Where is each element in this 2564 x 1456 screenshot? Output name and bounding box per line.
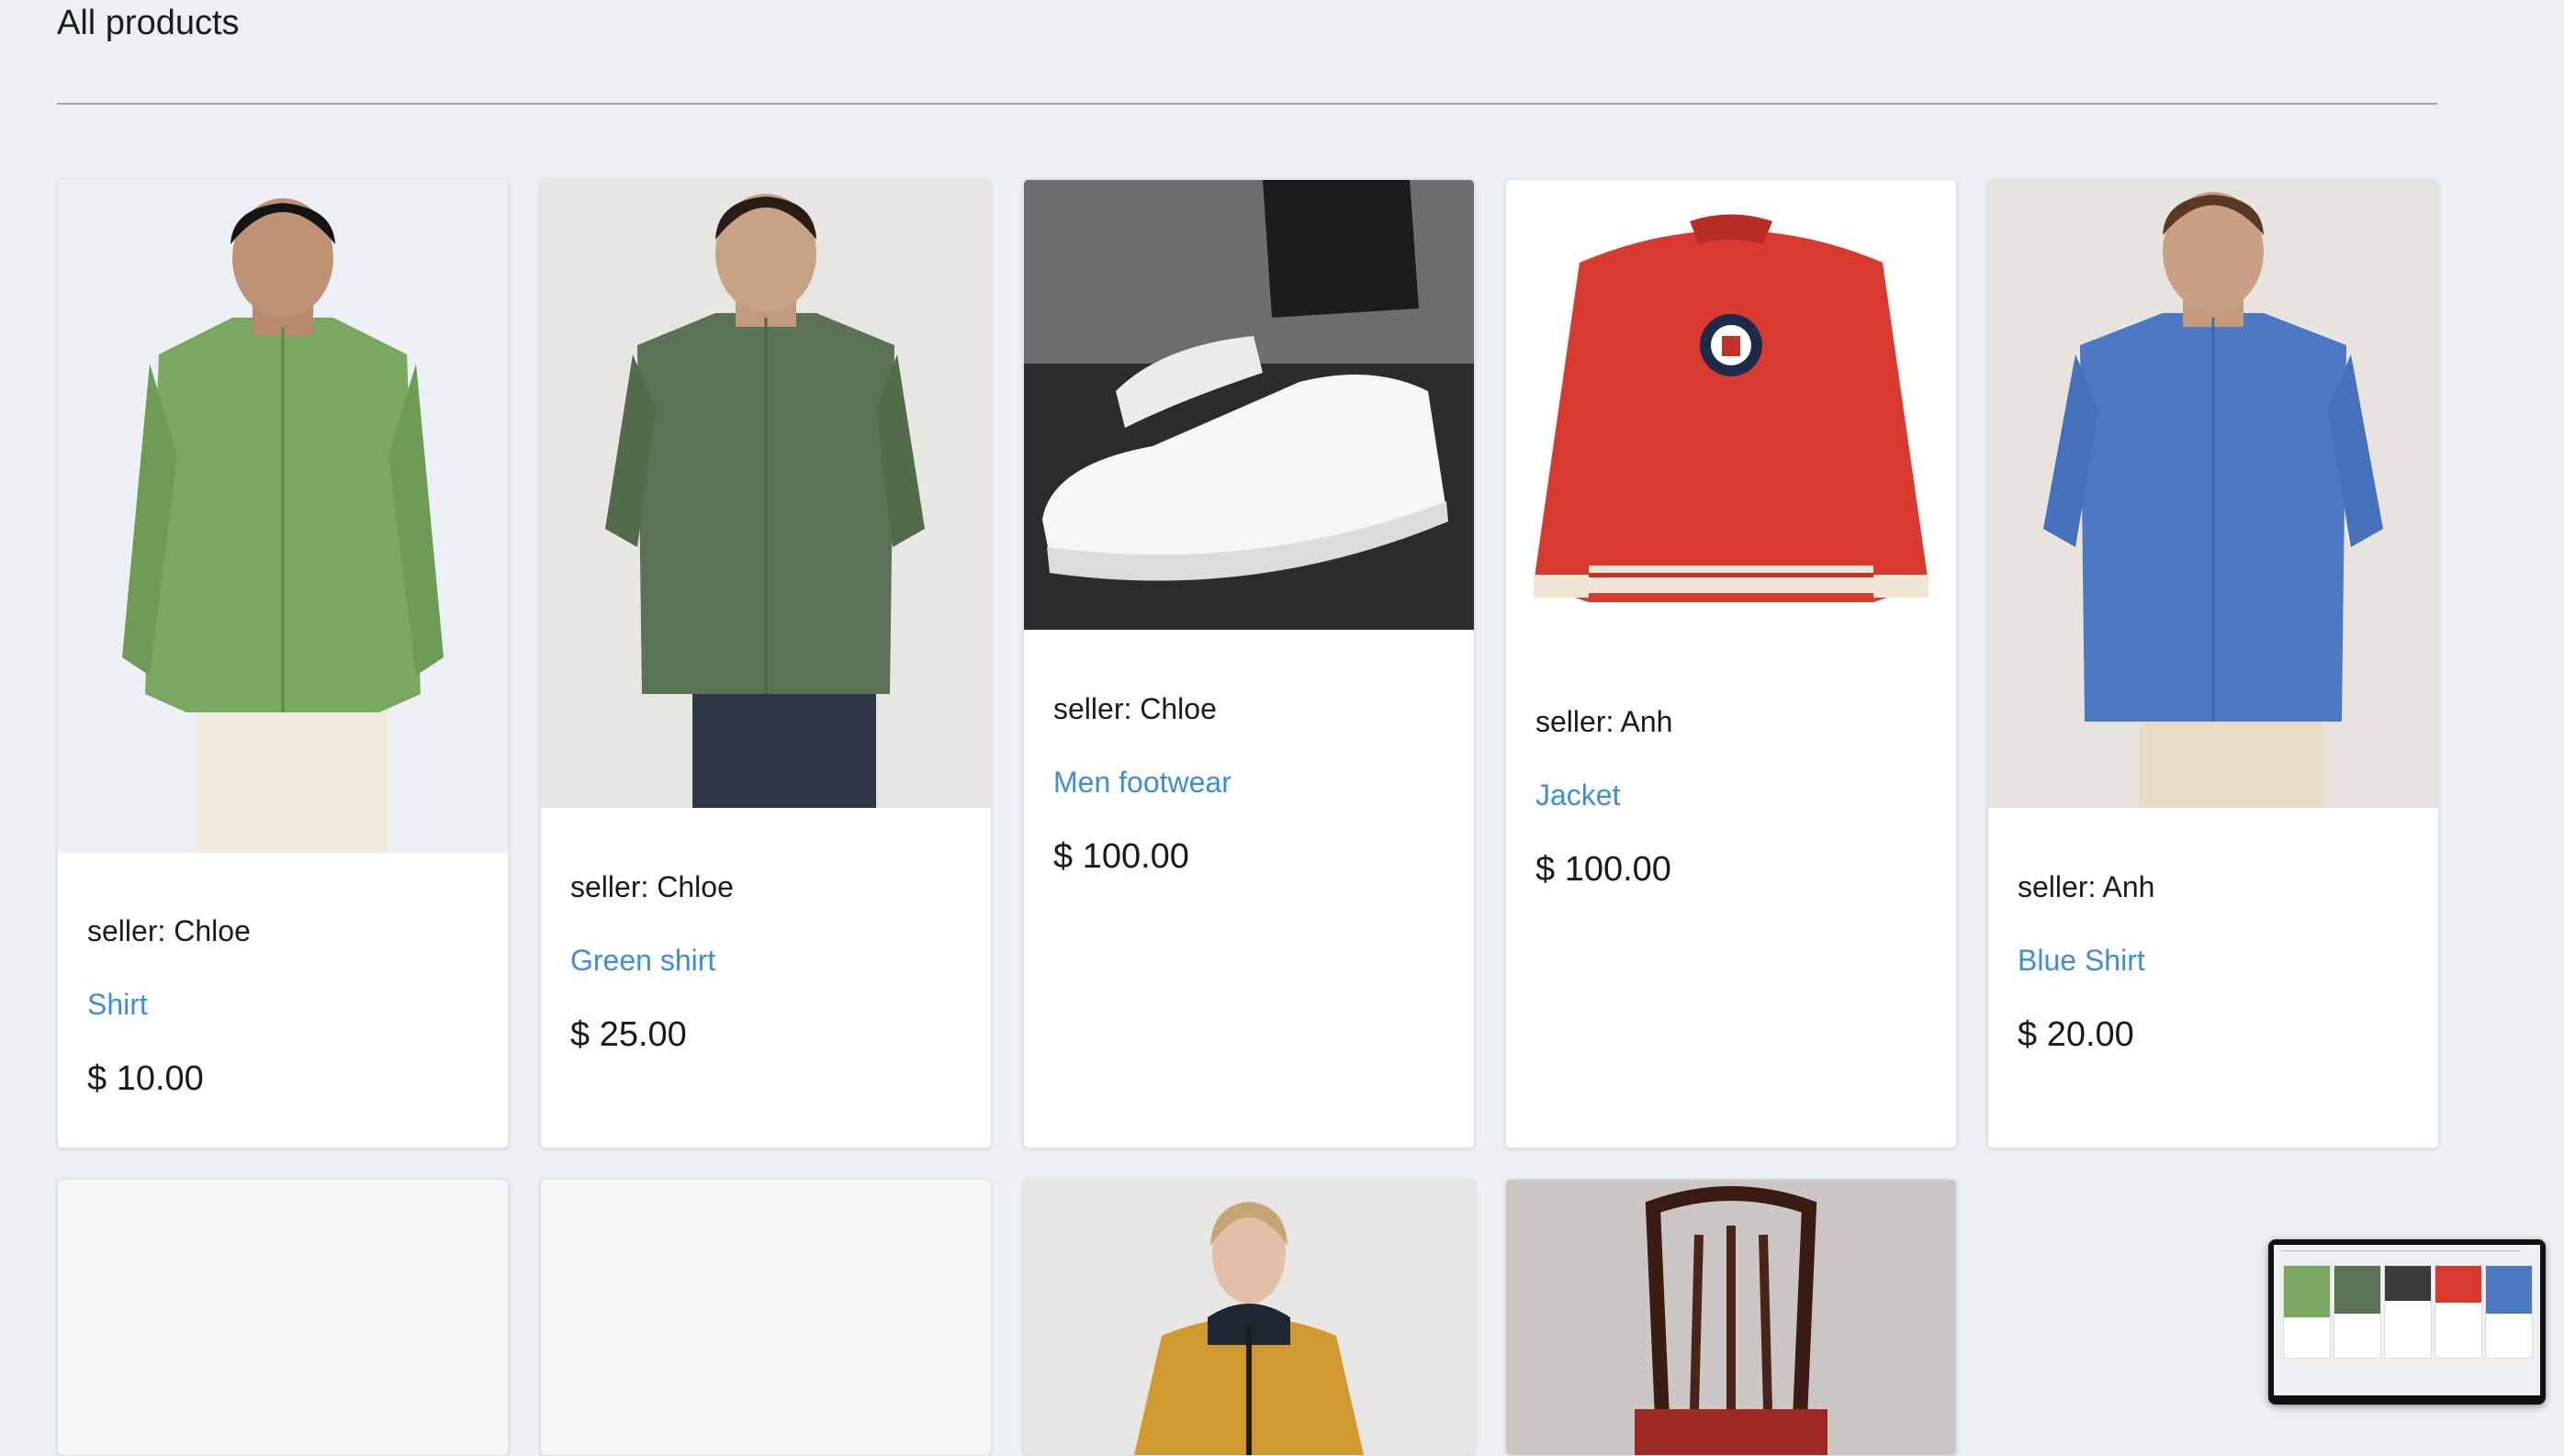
product-card-loading[interactable] <box>57 1179 509 1456</box>
product-image-men-footwear[interactable] <box>1024 180 1474 630</box>
screen-preview-thumbnail[interactable] <box>2268 1239 2546 1405</box>
product-price: $ 20.00 <box>2018 1015 2134 1054</box>
product-image-shirt[interactable] <box>58 180 508 853</box>
page-title: All products <box>57 4 240 42</box>
product-seller: seller: Anh <box>1535 705 1673 738</box>
product-name-link[interactable]: Jacket <box>1535 778 1620 812</box>
product-card-blue-shirt[interactable]: seller: Anh Blue Shirt $ 20.00 <box>1987 179 2439 1148</box>
product-seller: seller: Anh <box>2018 870 2155 903</box>
product-image-puffer-jacket[interactable] <box>1024 1180 1474 1455</box>
product-image-jacket[interactable] <box>1506 180 1956 639</box>
product-name-link[interactable]: Green shirt <box>570 944 715 978</box>
product-card-shirt[interactable]: seller: Chloe Shirt $ 10.00 <box>57 179 509 1148</box>
product-name-link[interactable]: Blue Shirt <box>2018 944 2145 978</box>
product-card-puffer-jacket[interactable] <box>1023 1179 1475 1456</box>
product-image-blue-shirt[interactable] <box>1988 180 2438 808</box>
product-image-green-shirt[interactable] <box>541 180 991 808</box>
product-name-link[interactable]: Men footwear <box>1053 766 1231 800</box>
product-name-link[interactable]: Shirt <box>87 988 148 1022</box>
product-card-green-shirt[interactable]: seller: Chloe Green shirt $ 25.00 <box>540 179 992 1148</box>
product-price: $ 100.00 <box>1053 837 1189 876</box>
product-seller: seller: Chloe <box>570 870 734 903</box>
product-price: $ 10.00 <box>87 1059 204 1098</box>
product-card-loading[interactable] <box>540 1179 992 1456</box>
header-divider <box>57 103 2437 105</box>
product-seller: seller: Chloe <box>87 914 251 947</box>
product-card-men-footwear[interactable]: seller: Chloe Men footwear $ 100.00 <box>1023 179 1475 1148</box>
product-seller: seller: Chloe <box>1053 692 1217 725</box>
product-card-jacket[interactable]: seller: Anh Jacket $ 100.00 <box>1505 179 1957 1148</box>
product-image-chair[interactable] <box>1506 1180 1956 1455</box>
product-card-chair[interactable] <box>1505 1179 1957 1456</box>
product-price: $ 100.00 <box>1535 850 1671 889</box>
product-price: $ 25.00 <box>570 1015 687 1054</box>
